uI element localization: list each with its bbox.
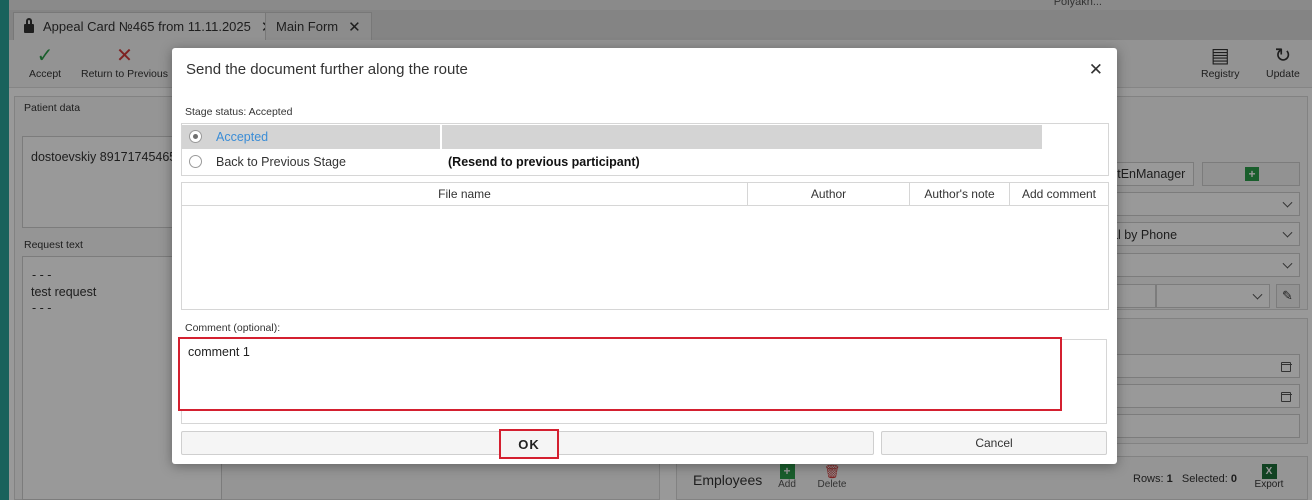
column-file-name[interactable]: File name xyxy=(182,183,748,205)
column-author[interactable]: Author xyxy=(748,183,910,205)
column-author-note[interactable]: Author's note xyxy=(910,183,1010,205)
ok-button[interactable]: OK xyxy=(499,429,559,459)
comment-input[interactable]: comment 1 xyxy=(178,337,1062,411)
option-label: Accepted xyxy=(216,130,269,144)
dialog-title: Send the document further along the rout… xyxy=(186,61,468,78)
cancel-button[interactable]: Cancel xyxy=(881,431,1107,455)
column-add-comment[interactable]: Add comment xyxy=(1010,183,1108,205)
stage-status-label: Stage status: Accepted xyxy=(185,106,293,118)
comment-label: Comment (optional): xyxy=(185,322,281,334)
radio-back-to-previous[interactable] xyxy=(189,155,202,168)
close-icon[interactable]: ✕ xyxy=(1089,60,1103,80)
option-description: (Resend to previous participant) xyxy=(448,155,640,169)
option-label: Back to Previous Stage xyxy=(216,155,346,169)
send-document-dialog: Send the document further along the rout… xyxy=(172,48,1117,464)
option-back-to-previous[interactable]: Back to Previous Stage (Resend to previo… xyxy=(182,150,1108,174)
radio-accepted[interactable] xyxy=(189,130,202,143)
option-accepted[interactable]: Accepted xyxy=(182,125,1108,149)
selection-highlight xyxy=(442,125,1042,149)
route-options-list: Accepted Back to Previous Stage (Resend … xyxy=(181,123,1109,176)
grid-header: File name Author Author's note Add comme… xyxy=(182,183,1108,206)
files-grid: File name Author Author's note Add comme… xyxy=(181,182,1109,310)
